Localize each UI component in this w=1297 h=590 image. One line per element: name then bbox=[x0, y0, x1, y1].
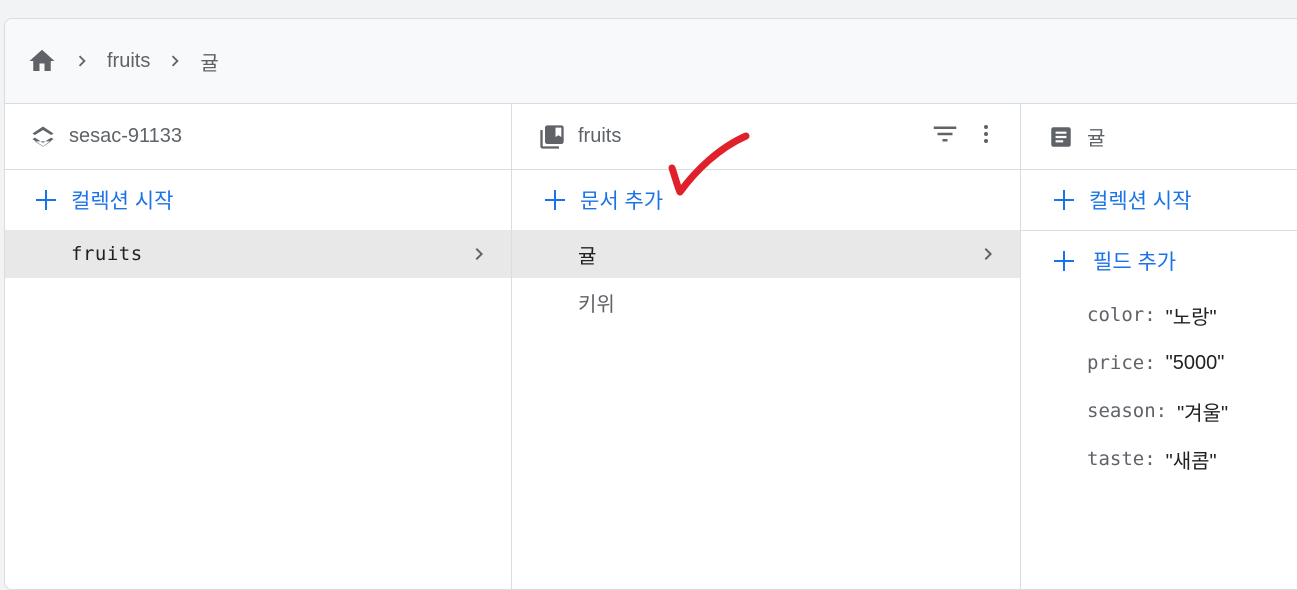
document-column: 귤 컬렉션 시작 필드 추가 color: "노랑" price: "5000"… bbox=[1021, 104, 1297, 589]
start-collection-button[interactable]: 컬렉션 시작 bbox=[5, 170, 511, 230]
plus-icon bbox=[1051, 248, 1077, 274]
chevron-right-icon bbox=[984, 248, 992, 260]
collection-icon bbox=[538, 123, 566, 151]
field-value: "5000" bbox=[1165, 351, 1225, 374]
filter-icon[interactable] bbox=[930, 119, 960, 155]
chevron-right-icon bbox=[475, 248, 483, 260]
list-item[interactable]: fruits bbox=[5, 230, 511, 278]
add-field-button[interactable]: 필드 추가 bbox=[1021, 231, 1297, 291]
plus-icon bbox=[1051, 187, 1077, 213]
add-field-label: 필드 추가 bbox=[1093, 251, 1177, 274]
document-header: 귤 bbox=[1021, 104, 1297, 170]
start-subcollection-label: 컬렉션 시작 bbox=[1089, 190, 1192, 213]
field-row[interactable]: price: "5000" bbox=[1021, 339, 1297, 387]
add-document-button[interactable]: 문서 추가 bbox=[512, 170, 1020, 230]
project-header: sesac-91133 bbox=[5, 104, 511, 170]
breadcrumb-item-document[interactable]: 귤 bbox=[200, 47, 218, 76]
list-item[interactable]: 키위 bbox=[512, 278, 1020, 326]
plus-icon bbox=[542, 187, 568, 213]
start-collection-label: 컬렉션 시작 bbox=[71, 190, 174, 213]
field-key: taste: bbox=[1087, 448, 1156, 470]
project-title: sesac-91133 bbox=[69, 125, 183, 147]
collection-name: fruits bbox=[71, 243, 143, 265]
list-item[interactable]: 귤 bbox=[512, 230, 1020, 278]
collection-title: fruits bbox=[578, 125, 622, 147]
breadcrumb: fruits 귤 bbox=[5, 19, 1297, 104]
home-icon[interactable] bbox=[27, 46, 57, 76]
breadcrumb-item-fruits[interactable]: fruits bbox=[107, 50, 150, 73]
chevron-right-icon bbox=[164, 50, 186, 72]
field-row[interactable]: season: "겨울" bbox=[1021, 387, 1297, 435]
collection-column: fruits 문서 추가 귤 키위 bbox=[512, 104, 1021, 589]
layers-icon bbox=[29, 123, 57, 151]
collection-header: fruits bbox=[512, 104, 1020, 170]
field-value: "노랑" bbox=[1165, 306, 1217, 329]
document-name: 귤 bbox=[578, 245, 597, 268]
document-title: 귤 bbox=[1087, 128, 1106, 150]
field-key: color: bbox=[1087, 304, 1156, 326]
plus-icon bbox=[33, 187, 59, 213]
chevron-right-icon bbox=[71, 50, 93, 72]
project-column: sesac-91133 컬렉션 시작 fruits bbox=[5, 104, 512, 589]
field-row[interactable]: color: "노랑" bbox=[1021, 291, 1297, 339]
field-value: "겨울" bbox=[1177, 402, 1229, 425]
document-name: 키위 bbox=[578, 293, 615, 316]
field-row[interactable]: taste: "새콤" bbox=[1021, 435, 1297, 483]
firestore-panel: fruits 귤 sesac-91133 컬렉션 시작 fruits fruit… bbox=[4, 18, 1297, 590]
field-key: price: bbox=[1087, 352, 1156, 374]
checkmark-annotation bbox=[668, 132, 750, 196]
document-icon bbox=[1047, 123, 1075, 151]
more-vert-icon[interactable] bbox=[974, 119, 998, 155]
start-subcollection-button[interactable]: 컬렉션 시작 bbox=[1021, 170, 1297, 231]
field-value: "새콤" bbox=[1165, 450, 1217, 473]
add-document-label: 문서 추가 bbox=[580, 190, 664, 213]
field-key: season: bbox=[1087, 400, 1168, 422]
